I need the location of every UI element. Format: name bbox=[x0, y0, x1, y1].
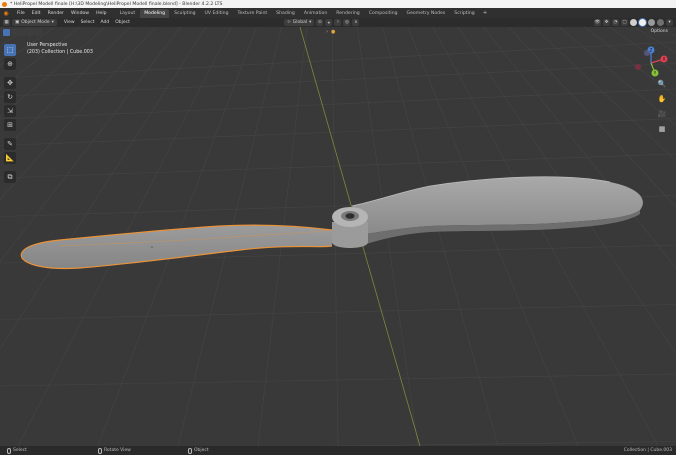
status-scene-info: Collection | Cube.003 bbox=[623, 448, 672, 453]
rendered-shading-icon[interactable] bbox=[657, 19, 664, 26]
viewport-nav-buttons: 🔍 ✋ 🎥 ▦ bbox=[656, 78, 668, 135]
menu-add[interactable]: Add bbox=[97, 20, 112, 25]
mode-select[interactable]: ▣ Object Mode ▾ bbox=[12, 19, 57, 26]
menu-render[interactable]: Render bbox=[45, 11, 67, 16]
gizmo-neg-x-handle[interactable] bbox=[635, 64, 641, 70]
tab-modeling[interactable]: Modeling bbox=[140, 8, 170, 18]
gizmo-toggle-icon[interactable]: ✥ bbox=[603, 19, 610, 26]
collection-info: (203) Collection | Cube.003 bbox=[27, 50, 93, 55]
select-new-mode-icon[interactable] bbox=[3, 29, 10, 36]
tool-shelf: ⬚ ⊕ ✥ ↻ ⇲ ⊞ ✎ 📐 ⧉ bbox=[4, 44, 17, 183]
snap-target-icon[interactable]: ⁞ bbox=[334, 19, 342, 26]
select-subtract-mode-icon[interactable] bbox=[19, 29, 26, 36]
tab-animation[interactable]: Animation bbox=[300, 9, 331, 18]
orientation-label: Global bbox=[292, 20, 308, 25]
3d-viewport[interactable]: X Y Z 🔍 ✋ 🎥 ▦ bbox=[0, 27, 676, 446]
shading-options-icon[interactable]: ▾ bbox=[666, 19, 673, 26]
view-name: User Perspective bbox=[27, 43, 68, 48]
transform-orientation-select[interactable]: ⊹ Global ▾ bbox=[284, 19, 315, 26]
status-rotate: Rotate View bbox=[98, 447, 131, 454]
snap-icon[interactable]: ⌖ bbox=[325, 19, 333, 26]
material-shading-icon[interactable] bbox=[648, 19, 655, 26]
tab-geometry-nodes[interactable]: Geometry Nodes bbox=[403, 9, 450, 18]
status-object: Object bbox=[188, 447, 209, 454]
xray-toggle-icon[interactable]: ▢ bbox=[621, 19, 628, 26]
viewport-overlay-mid: › ● bbox=[326, 29, 335, 35]
status-select-label: Select bbox=[13, 448, 27, 453]
material-preview-icon[interactable]: ● bbox=[331, 29, 335, 35]
cursor-icon[interactable]: ⊕ bbox=[4, 58, 16, 70]
pivot-point-icon[interactable]: ⊙ bbox=[316, 19, 324, 26]
select-box-icon[interactable]: ⬚ bbox=[4, 44, 16, 56]
menu-window[interactable]: Window bbox=[68, 11, 92, 16]
tab-layout[interactable]: Layout bbox=[116, 9, 140, 18]
rotate-icon[interactable]: ↻ bbox=[4, 91, 16, 103]
tab-uv-editing[interactable]: UV Editing bbox=[201, 9, 233, 18]
viewport-subheader: › ● Options bbox=[0, 27, 676, 37]
measure-icon[interactable]: 📐 bbox=[4, 152, 16, 164]
window-title-bar: * HeliPropel Modell finale [H:\3D Modeli… bbox=[0, 0, 676, 8]
window-title: * HeliPropel Modell finale [H:\3D Modeli… bbox=[10, 1, 223, 7]
pan-hand-icon[interactable]: ✋ bbox=[656, 93, 668, 105]
viewport-header: ▦ ▣ Object Mode ▾ View Select Add Object… bbox=[0, 18, 676, 27]
orientation-icon: ⊹ bbox=[287, 20, 291, 25]
status-rotate-label: Rotate View bbox=[104, 448, 131, 453]
top-menubar: ◉ File Edit Render Window Help Layout Mo… bbox=[0, 8, 676, 18]
menu-help[interactable]: Help bbox=[93, 11, 109, 16]
options-button[interactable]: Options bbox=[646, 28, 672, 36]
gizmo-y-label: Y bbox=[653, 71, 657, 76]
menu-view[interactable]: View bbox=[61, 20, 78, 25]
wireframe-shading-icon[interactable] bbox=[630, 19, 637, 26]
status-bar: Select Rotate View Object Collection | C… bbox=[0, 446, 676, 455]
select-invert-mode-icon[interactable] bbox=[27, 29, 34, 36]
add-workspace-button[interactable]: + bbox=[480, 10, 491, 16]
status-object-label: Object bbox=[194, 448, 209, 453]
gizmo-z-label: Z bbox=[650, 48, 653, 53]
gizmo-x-label: X bbox=[663, 57, 666, 62]
select-intersect-mode-icon[interactable] bbox=[35, 29, 42, 36]
tab-rendering[interactable]: Rendering bbox=[332, 9, 363, 18]
scale-icon[interactable]: ⇲ bbox=[4, 105, 16, 117]
editor-type-icon[interactable]: ▦ bbox=[3, 19, 10, 26]
menu-file[interactable]: File bbox=[14, 11, 28, 16]
tab-compositing[interactable]: Compositing bbox=[365, 9, 402, 18]
transform-icon[interactable]: ⊞ bbox=[4, 119, 16, 131]
chevron-down-icon: ▾ bbox=[51, 20, 54, 25]
proportional-editing-icon[interactable]: ◎ bbox=[343, 19, 351, 26]
proportional-falloff-icon[interactable]: ∧ bbox=[352, 19, 360, 26]
viewport-scene bbox=[0, 27, 676, 446]
zoom-icon[interactable]: 🔍 bbox=[656, 78, 668, 90]
mouse-left-icon bbox=[7, 447, 11, 454]
menu-edit[interactable]: Edit bbox=[29, 11, 44, 16]
blender-app-icon bbox=[2, 1, 7, 7]
menu-select[interactable]: Select bbox=[78, 20, 98, 25]
select-extend-mode-icon[interactable] bbox=[11, 29, 18, 36]
status-select: Select bbox=[7, 447, 27, 454]
tab-scripting[interactable]: Scripting bbox=[450, 9, 478, 18]
tab-shading[interactable]: Shading bbox=[272, 9, 299, 18]
menu-object[interactable]: Object bbox=[112, 20, 133, 25]
solid-shading-icon[interactable] bbox=[639, 19, 646, 26]
propeller-hub bbox=[332, 207, 368, 248]
chevron-down-icon: ▾ bbox=[309, 20, 312, 25]
navigation-gizmo[interactable]: X Y Z bbox=[632, 44, 670, 82]
blender-logo-icon[interactable]: ◉ bbox=[2, 9, 10, 17]
visibility-icon[interactable]: 👁 bbox=[594, 19, 601, 26]
overlay-toggle-icon[interactable]: ◔ bbox=[612, 19, 619, 26]
mode-label: Object Mode bbox=[21, 20, 50, 25]
perspective-grid-icon[interactable]: ▦ bbox=[656, 123, 668, 135]
annotate-icon[interactable]: ✎ bbox=[4, 138, 16, 150]
tab-sculpting[interactable]: Sculpting bbox=[170, 9, 199, 18]
add-cube-icon[interactable]: ⧉ bbox=[4, 171, 16, 183]
viewport-info: User Perspective (203) Collection | Cube… bbox=[27, 42, 93, 56]
mouse-middle-icon bbox=[98, 447, 102, 454]
selection-mode-buttons bbox=[3, 29, 42, 36]
move-icon[interactable]: ✥ bbox=[4, 77, 16, 89]
tab-texture-paint[interactable]: Texture Paint bbox=[234, 9, 272, 18]
camera-view-icon[interactable]: 🎥 bbox=[656, 108, 668, 120]
mouse-right-icon bbox=[188, 447, 192, 454]
object-mode-icon: ▣ bbox=[15, 20, 20, 25]
arrow-icon[interactable]: › bbox=[326, 29, 328, 35]
